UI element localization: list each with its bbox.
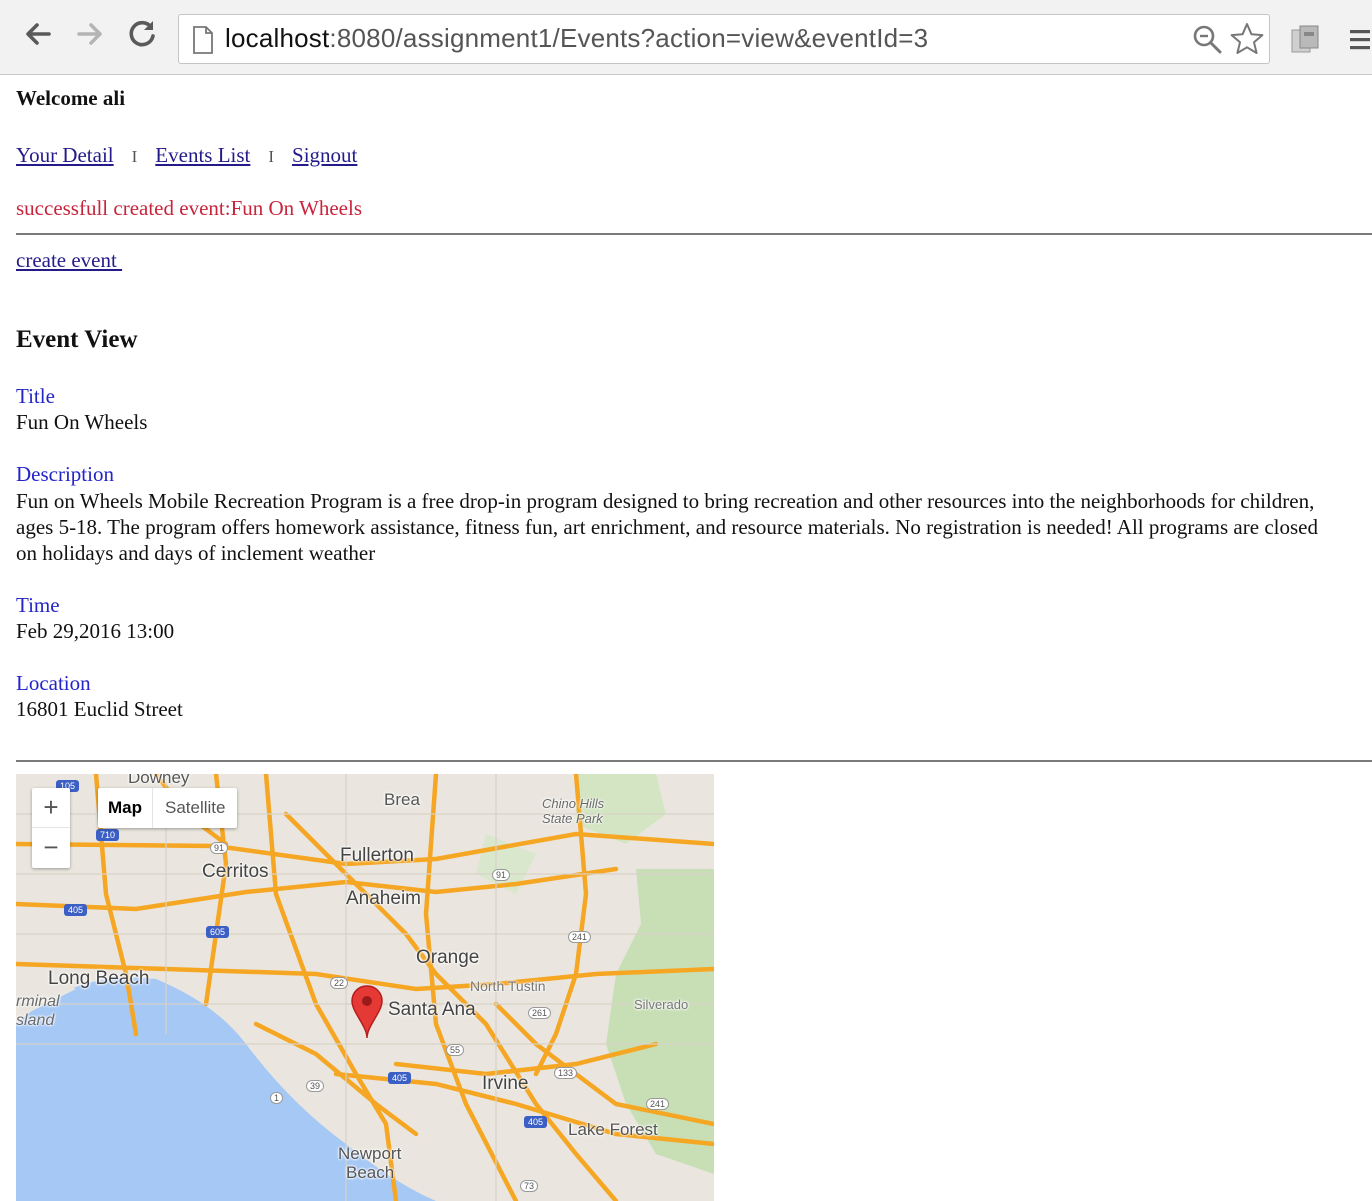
zoom-out-button[interactable]: − (32, 828, 70, 867)
your-detail-link[interactable]: Your Detail (16, 143, 114, 167)
location-value: 16801 Euclid Street (16, 697, 183, 721)
place-label: Orange (416, 947, 480, 968)
create-event-link[interactable]: create event (16, 248, 122, 273)
map-type-control: Map Satellite (98, 788, 238, 828)
url-path: :8080/assignment1/Events?action=view&eve… (329, 23, 929, 53)
signout-link[interactable]: Signout (292, 143, 357, 167)
route-shield: 73 (520, 1180, 539, 1192)
reload-icon[interactable] (122, 14, 162, 54)
place-label: Lake Forest (568, 1120, 658, 1139)
title-value: Fun On Wheels (16, 410, 148, 434)
location-pin-icon[interactable] (350, 984, 384, 1040)
route-shield: 39 (306, 1080, 325, 1092)
time-label: Time (16, 593, 60, 617)
zoom-control: + − (32, 788, 70, 868)
map-type-map-button[interactable]: Map (98, 788, 152, 828)
place-label: Downey (128, 774, 190, 787)
place-label: Santa Ana (388, 999, 476, 1020)
place-label: Brea (384, 790, 420, 809)
place-label: Anaheim (346, 888, 421, 909)
page-icon (193, 26, 213, 54)
route-shield: 55 (446, 1044, 465, 1056)
description-label: Description (16, 462, 114, 486)
route-shield: 241 (568, 931, 592, 943)
place-label: Silverado (634, 997, 689, 1012)
url-host: localhost (225, 23, 330, 53)
nav-separator: I (131, 147, 138, 166)
place-label: Irvine (482, 1073, 529, 1094)
map[interactable]: 105 710 405 605 91 91 22 241 261 55 133 … (16, 774, 714, 1201)
extension-icon[interactable] (1288, 22, 1324, 58)
success-message: successfull created event:Fun On Wheels (16, 196, 362, 220)
interstate-shield: 405 (388, 1072, 412, 1084)
place-label: Newport (338, 1144, 402, 1163)
place-label: North Tustin (470, 978, 546, 994)
forward-icon[interactable] (70, 14, 110, 54)
back-icon[interactable] (18, 14, 58, 54)
divider (16, 760, 1372, 762)
map-type-satellite-button[interactable]: Satellite (152, 788, 237, 828)
nav-links: Your Detail I Events List I Signout (16, 143, 357, 168)
interstate-shield: 710 (96, 829, 120, 841)
place-label: Long Beach (48, 968, 150, 989)
address-bar[interactable]: localhost:8080/assignment1/Events?action… (178, 14, 1270, 64)
place-label: Beach (346, 1163, 395, 1182)
interstate-shield: 405 (64, 904, 88, 916)
interstate-shield: 605 (206, 926, 230, 938)
place-label: State Park (542, 811, 603, 826)
route-shield: 1 (270, 1092, 284, 1104)
zoom-icon[interactable] (1191, 23, 1223, 55)
nav-separator: I (268, 147, 275, 166)
time-value: Feb 29,2016 13:00 (16, 619, 175, 643)
events-list-link[interactable]: Events List (155, 143, 250, 167)
divider (16, 233, 1372, 235)
route-shield: 261 (528, 1007, 552, 1019)
route-shield: 133 (554, 1067, 578, 1079)
route-shield: 91 (210, 842, 229, 854)
place-label: sland (16, 1012, 55, 1029)
zoom-in-button[interactable]: + (32, 788, 70, 828)
page-title: Event View (16, 326, 138, 353)
place-label: Chino Hills (542, 796, 605, 811)
place-label: Cerritos (202, 861, 269, 882)
place-label: Fullerton (340, 845, 414, 866)
url-text[interactable]: localhost:8080/assignment1/Events?action… (225, 23, 928, 54)
route-shield: 241 (646, 1098, 670, 1110)
route-shield: 91 (492, 869, 511, 881)
interstate-shield: 405 (524, 1116, 548, 1128)
description-value: Fun on Wheels Mobile Recreation Program … (16, 489, 1318, 565)
route-shield: 22 (330, 977, 349, 989)
place-label: rminal (16, 993, 60, 1010)
location-label: Location (16, 671, 91, 695)
welcome-text: Welcome ali (16, 86, 126, 110)
title-label: Title (16, 384, 55, 408)
menu-icon[interactable] (1348, 26, 1372, 54)
browser-toolbar: localhost:8080/assignment1/Events?action… (0, 0, 1372, 75)
star-icon[interactable] (1229, 21, 1265, 57)
